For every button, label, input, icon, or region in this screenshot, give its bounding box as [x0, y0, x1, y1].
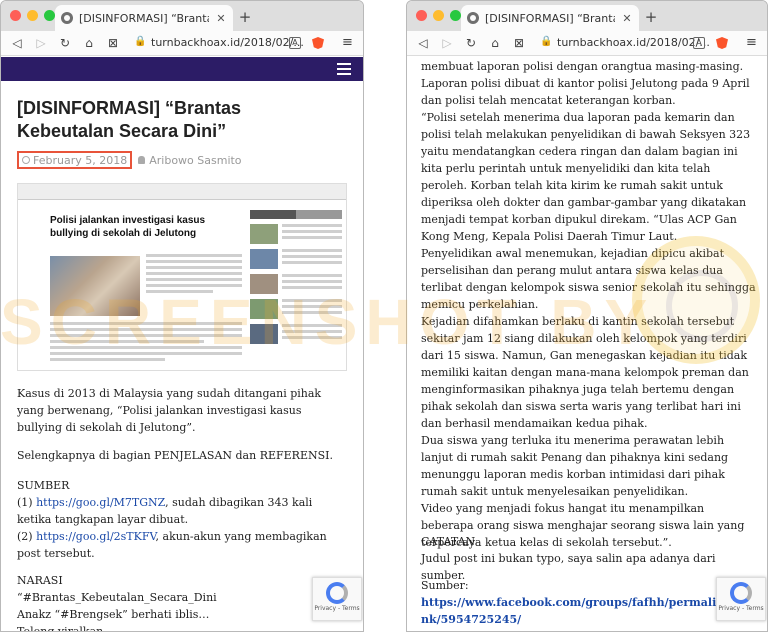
- sumber-link-2[interactable]: https://goo.gl/2sTKFV: [36, 530, 155, 543]
- window-controls: [10, 10, 55, 21]
- browser-toolbar: ◁ ▷ ↻ ⌂ ⊠ 🔒 turnbackhoax.id/2018/02/... …: [407, 31, 767, 56]
- tab-bar: [DISINFORMASI] “Brantas Kebeutal ✕ +: [407, 1, 767, 31]
- sumber-heading: SUMBER: [17, 479, 70, 492]
- narasi-section: NARASI “#Brantas_Kebeutalan_Secara_Dini …: [17, 572, 342, 631]
- back-button[interactable]: ◁: [415, 35, 431, 51]
- sumber-footer: Sumber: https://www.facebook.com/groups/…: [421, 577, 721, 628]
- sumber-section: SUMBER (1) https://goo.gl/M7TGNZ, sudah …: [17, 477, 342, 562]
- sumber-item-1: (1) https://goo.gl/M7TGNZ, sudah dibagik…: [17, 496, 313, 526]
- close-window-button[interactable]: [416, 10, 427, 21]
- recaptcha-badge[interactable]: Privacy - Terms: [716, 577, 766, 621]
- home-button[interactable]: ⌂: [487, 35, 503, 51]
- close-tab-icon[interactable]: ✕: [215, 12, 227, 25]
- article-date[interactable]: February 5, 2018: [33, 154, 127, 167]
- back-button[interactable]: ◁: [9, 35, 25, 51]
- forward-button[interactable]: ▷: [439, 35, 455, 51]
- bookmark-icon[interactable]: ⊠: [511, 35, 527, 51]
- window-controls: [416, 10, 461, 21]
- narasi-heading: NARASI: [17, 574, 63, 587]
- reload-button[interactable]: ↻: [463, 35, 479, 51]
- bookmark-icon[interactable]: ⊠: [105, 35, 121, 51]
- home-button[interactable]: ⌂: [81, 35, 97, 51]
- zoom-window-button[interactable]: [44, 10, 55, 21]
- reload-button[interactable]: ↻: [57, 35, 73, 51]
- article-meta: February 5, 2018 Aribowo Sasmito: [17, 151, 242, 169]
- site-header-bar: [1, 57, 363, 81]
- lock-icon: 🔒: [134, 36, 147, 47]
- zoom-window-button[interactable]: [450, 10, 461, 21]
- brave-shield-icon[interactable]: [716, 37, 728, 49]
- sumber-label: Sumber:: [421, 579, 469, 592]
- image-browser-bar: [18, 184, 346, 200]
- browser-tab[interactable]: [DISINFORMASI] “Brantas Kebeutal ✕: [55, 5, 233, 31]
- address-bar[interactable]: turnbackhoax.id/2018/02/...: [557, 36, 710, 49]
- translate-icon[interactable]: A: [289, 37, 301, 49]
- tab-title: [DISINFORMASI] “Brantas Kebeutal: [79, 11, 209, 25]
- sumber-link-1[interactable]: https://goo.gl/M7TGNZ: [36, 496, 165, 509]
- date-highlight-box: February 5, 2018: [17, 151, 133, 169]
- menu-icon[interactable]: ≡: [342, 35, 353, 50]
- forward-button[interactable]: ▷: [33, 35, 49, 51]
- translate-icon[interactable]: A: [693, 37, 705, 49]
- recaptcha-icon: [326, 582, 348, 604]
- address-bar[interactable]: turnbackhoax.id/2018/02/...: [151, 36, 304, 49]
- image-text-lines: [146, 254, 242, 296]
- globe-icon: [61, 12, 73, 24]
- tab-bar: [DISINFORMASI] “Brantas Kebeutal ✕ +: [1, 1, 363, 31]
- recaptcha-links[interactable]: Privacy - Terms: [313, 605, 361, 612]
- page-viewport[interactable]: membuat laporan polisi dengan orangtua m…: [407, 57, 767, 631]
- article-author[interactable]: Aribowo Sasmito: [149, 154, 241, 167]
- image-headline: Polisi jalankan investigasi kasus bullyi…: [50, 215, 206, 239]
- hamburger-menu-icon[interactable]: [337, 62, 351, 76]
- article-screenshot-image: Polisi jalankan investigasi kasus bullyi…: [17, 183, 347, 371]
- narasi-line: Tolong viralkan…: [17, 623, 342, 631]
- sumber-item-2: (2) https://goo.gl/2sTKFV, akun-akun yan…: [17, 530, 327, 560]
- facebook-link[interactable]: https://www.facebook.com/groups/fafhh/pe…: [421, 596, 716, 626]
- image-text-lines-2: [50, 322, 242, 364]
- article-lead: Kasus di 2013 di Malaysia yang sudah dit…: [17, 387, 322, 434]
- recaptcha-icon: [730, 582, 752, 604]
- minimize-window-button[interactable]: [27, 10, 38, 21]
- article-more: Selengkapnya di bagian PENJELASAN dan RE…: [17, 449, 333, 462]
- narasi-line: “#Brantas_Kebeutalan_Secara_Dini: [17, 591, 217, 604]
- new-tab-button[interactable]: +: [237, 8, 253, 26]
- browser-window-left: [DISINFORMASI] “Brantas Kebeutal ✕ + ◁ ▷…: [0, 0, 364, 632]
- image-sidebar: [250, 210, 342, 344]
- page-viewport[interactable]: [DISINFORMASI] “Brantas Kebeutalan Secar…: [1, 57, 363, 631]
- close-tab-icon[interactable]: ✕: [621, 12, 633, 25]
- author-icon: [138, 156, 146, 164]
- browser-toolbar: ◁ ▷ ↻ ⌂ ⊠ 🔒 turnbackhoax.id/2018/02/... …: [1, 31, 363, 56]
- tab-title: [DISINFORMASI] “Brantas Kebeutal: [485, 11, 615, 25]
- brave-shield-icon[interactable]: [312, 37, 324, 49]
- new-tab-button[interactable]: +: [643, 8, 659, 26]
- browser-tab[interactable]: [DISINFORMASI] “Brantas Kebeutal ✕: [461, 5, 639, 31]
- recaptcha-links[interactable]: Privacy - Terms: [717, 605, 765, 612]
- catatan-heading: CATATAN: [421, 535, 476, 548]
- article-body: membuat laporan polisi dengan orangtua m…: [421, 60, 756, 549]
- image-photo: [50, 256, 140, 316]
- recaptcha-badge[interactable]: Privacy - Terms: [312, 577, 362, 621]
- menu-icon[interactable]: ≡: [746, 35, 757, 50]
- minimize-window-button[interactable]: [433, 10, 444, 21]
- close-window-button[interactable]: [10, 10, 21, 21]
- article-title: [DISINFORMASI] “Brantas Kebeutalan Secar…: [17, 98, 242, 141]
- browser-window-right: [DISINFORMASI] “Brantas Kebeutal ✕ + ◁ ▷…: [406, 0, 768, 632]
- narasi-line: Anakz “#Brengsek” berhati iblis…: [17, 608, 210, 621]
- clock-icon: [22, 156, 30, 164]
- globe-icon: [467, 12, 479, 24]
- lock-icon: 🔒: [540, 36, 553, 47]
